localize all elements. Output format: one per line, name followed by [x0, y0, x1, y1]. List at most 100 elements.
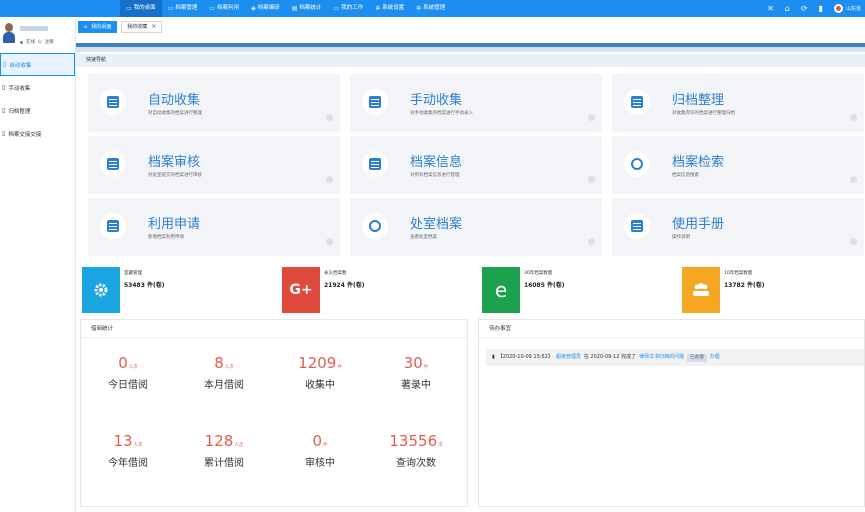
- nav-label: 档案管理: [175, 5, 198, 11]
- todo-item[interactable]: ▮ 【2020-10-09 15:52】 超级管理员 在 2020-09-12 …: [486, 349, 864, 366]
- kpi-total-borrow: 128人次 累计借阅: [177, 432, 271, 469]
- sidebar-item-auto-collect[interactable]: ▯ 自动收集: [0, 53, 75, 76]
- gear-icon: [82, 267, 120, 313]
- more-icon[interactable]: [326, 238, 333, 245]
- google-plus-icon: G+: [282, 267, 320, 313]
- todo-panel: 待办事宜 ▮ 【2020-10-09 15:52】 超级管理员 在 2020-0…: [478, 319, 865, 507]
- card-title: 归档整理: [672, 93, 725, 108]
- gear-icon: ✲: [375, 5, 381, 12]
- avatar: [3, 23, 15, 45]
- lock-icon[interactable]: ▮: [819, 4, 823, 13]
- nav-archive-statistics[interactable]: ▤ 档案统计: [286, 0, 328, 17]
- handle-link[interactable]: 办理: [710, 349, 720, 366]
- quick-card-auto-collect[interactable]: 自动收集 对自动收集的档案进行整理: [88, 74, 340, 132]
- more-icon[interactable]: [326, 176, 333, 183]
- nav-system-settings[interactable]: ✲ 系统设置: [369, 0, 410, 17]
- refresh-icon[interactable]: ⟳: [801, 4, 808, 13]
- todo-subject[interactable]: 律师文书归档的问题: [639, 349, 684, 366]
- more-icon[interactable]: [588, 114, 595, 121]
- more-icon[interactable]: [326, 114, 333, 121]
- kpi-value: 128: [204, 432, 234, 450]
- more-icon[interactable]: [588, 176, 595, 183]
- nav-label: 我的工作: [341, 5, 364, 11]
- status-online: 在线: [26, 40, 35, 45]
- kpi-label: 审核中: [305, 458, 335, 469]
- quick-card-archive-info[interactable]: 档案信息 对所有档案信息进行管理: [350, 136, 602, 194]
- quick-card-archive-arrange[interactable]: 归档整理 对收集完毕的档案进行整理归档: [612, 74, 864, 132]
- quick-card-office-archive[interactable]: 处室档案 查看处室档案: [350, 198, 602, 256]
- panel-title: 借阅统计: [81, 320, 467, 338]
- sidebar-item-manual-collect[interactable]: ▯ 手动收集: [0, 76, 75, 99]
- home-icon[interactable]: ⌂: [785, 4, 790, 13]
- avatar: [833, 4, 843, 13]
- logout-link[interactable]: 注销: [45, 39, 54, 45]
- sidebar-item-label: 归档整理: [8, 108, 31, 115]
- kpi-auditing: 0件 审核中: [273, 432, 367, 469]
- stat-10-year-archives: 10年档案数量 13782 件(卷): [676, 267, 865, 313]
- todo-user[interactable]: 超级管理员: [556, 349, 581, 366]
- todo-time: 【2020-10-09 15:52】: [497, 354, 553, 360]
- quick-card-archive-search[interactable]: 档案检索 档案信息搜索: [612, 136, 864, 194]
- nav-label: 档案统计: [299, 5, 322, 11]
- quick-card-manual-collect[interactable]: 手动收集 对手动收集的档案进行手动录入: [350, 74, 602, 132]
- user-label: 山东省: [845, 6, 861, 12]
- tab-my-desktop[interactable]: ⌂ 我的桌面: [78, 21, 118, 33]
- gear-icon: ✲: [416, 5, 422, 12]
- kpi-unit: 人次: [224, 365, 234, 370]
- more-icon[interactable]: [588, 238, 595, 245]
- tab-my-favorites[interactable]: 我的收藏 ×: [121, 21, 163, 33]
- close-icon[interactable]: ✕: [767, 4, 774, 13]
- kpi-value: 0: [312, 432, 323, 450]
- kpi-unit: 次: [438, 443, 443, 448]
- nav-archive-management[interactable]: ▭ 档案管理: [162, 0, 204, 17]
- tab-label: 我的收藏: [127, 24, 148, 30]
- top-navigation-bar: ▭ 我的桌面 ▭ 档案管理 ▭ 档案利用 ◈ 档案编研 ▤ 档案统计 ▭ 我的工作 ✲ 系统设…: [0, 0, 865, 17]
- kpi-value: 30: [403, 354, 423, 372]
- nav-my-desktop[interactable]: ▭ 我的桌面: [120, 0, 162, 17]
- quick-card-use-request[interactable]: 利用申请 新增档案利用申请: [88, 198, 340, 256]
- power-icon: ⏻: [38, 40, 42, 45]
- nav-system-management[interactable]: ✲ 系统管理: [410, 0, 451, 17]
- nav-archive-compile[interactable]: ◈ 档案编研: [245, 0, 286, 17]
- card-title: 档案检索: [672, 155, 725, 170]
- quick-card-archive-audit[interactable]: 档案审核 对处室提交的档案进行审核: [88, 136, 340, 194]
- kpi-value: 13: [113, 432, 133, 450]
- sidebar-item-label: 档案交接交接: [8, 131, 42, 138]
- archive-box-icon: [624, 89, 650, 115]
- bullet-icon: ▮: [492, 354, 495, 360]
- audit-icon: [100, 151, 126, 177]
- sidebar-item-label: 手动收集: [8, 85, 31, 92]
- layers-icon: [362, 213, 388, 239]
- sidebar-item-archive-handover[interactable]: ▯ 档案交接交接: [0, 122, 75, 145]
- file-icon: ▯: [3, 61, 7, 68]
- kpi-label: 今年借阅: [108, 458, 148, 469]
- kpi-value: 13556: [389, 432, 438, 450]
- quick-nav-title: 快速导航: [76, 54, 865, 67]
- nav-archive-use[interactable]: ▭ 档案利用: [203, 0, 245, 17]
- more-icon[interactable]: [850, 114, 857, 121]
- sidebar-item-archive-arrange[interactable]: ▯ 归档整理: [0, 99, 75, 122]
- card-title: 处室档案: [410, 217, 463, 232]
- stat-value: 16085 件(卷): [524, 282, 565, 289]
- todo-text: 在 2020-09-12 完成了: [583, 354, 637, 360]
- user-profile: 在线 ⏻ 注销: [0, 17, 75, 53]
- card-title: 手动收集: [410, 93, 463, 108]
- card-desc: 档案信息搜索: [672, 173, 699, 178]
- stat-label: 室藏管理: [124, 271, 142, 276]
- nav-my-work[interactable]: ▭ 我的工作: [327, 0, 369, 17]
- close-icon[interactable]: ×: [151, 21, 156, 33]
- more-icon[interactable]: [850, 176, 857, 183]
- chart-icon: ▤: [291, 5, 298, 12]
- user-menu[interactable]: 山东省: [833, 4, 861, 13]
- main-content: ⌂ 我的桌面 我的收藏 × 快速导航 自动收集 对自动收集的档案进行整理 手动收集 …: [76, 17, 865, 512]
- briefcase-icon: ▭: [333, 5, 340, 12]
- more-icon[interactable]: [850, 238, 857, 245]
- kpi-unit: 人次: [234, 443, 244, 448]
- quick-card-manual[interactable]: 使用手册 操作说明: [612, 198, 864, 256]
- stat-permanent-archives: G+ 永久档案数 21924 件(卷): [276, 267, 466, 313]
- book-icon: ◈: [251, 5, 256, 12]
- borrow-stats-panel: 借阅统计 0人次 今日借阅 8人次 本月借阅 1209件 收集中 30件 著录中…: [80, 319, 468, 507]
- file-icon: ▯: [2, 84, 6, 91]
- sidebar: 在线 ⏻ 注销 ▯ 自动收集 ▯ 手动收集 ▯ 归档整理 ▯ 档案交接交接: [0, 17, 76, 512]
- upload-icon: [362, 89, 388, 115]
